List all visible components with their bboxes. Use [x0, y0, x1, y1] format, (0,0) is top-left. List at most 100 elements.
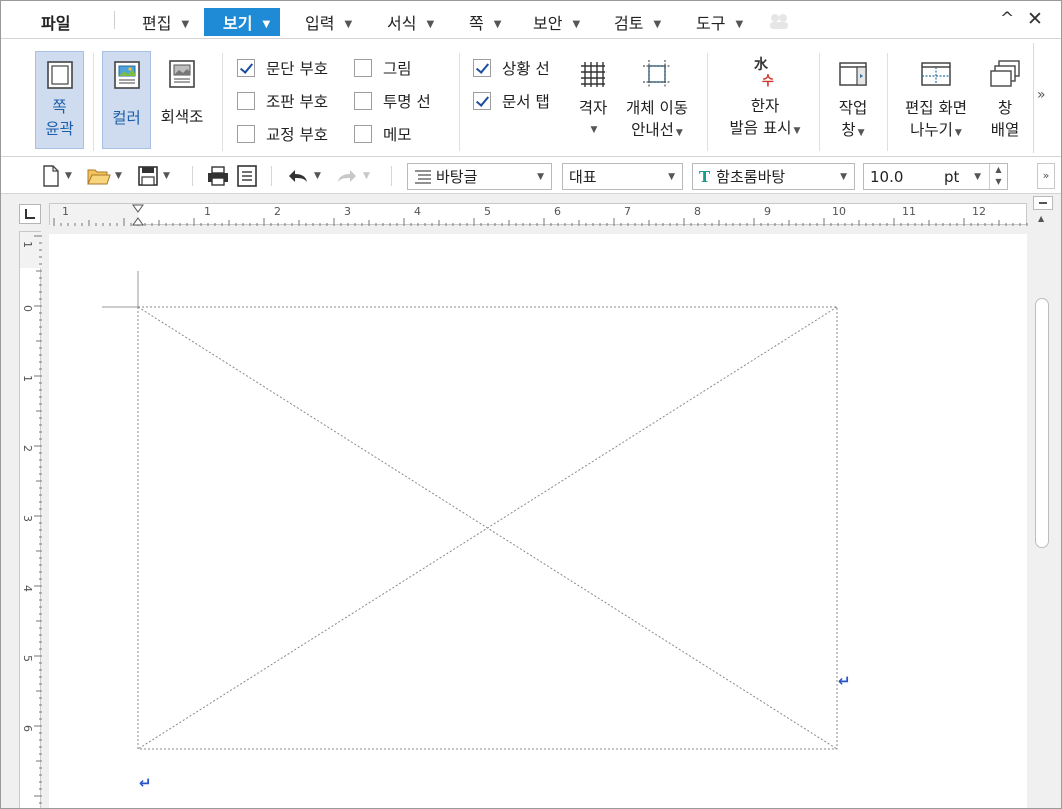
- object-move-guide-button[interactable]: 개체 이동 안내선 ▼: [621, 51, 693, 149]
- checkbox-unchecked[interactable]: [237, 125, 255, 143]
- ruler-number: 5: [21, 655, 34, 662]
- color-button[interactable]: 컬러: [102, 51, 151, 149]
- ruler-number: 1: [204, 205, 211, 218]
- cascade-windows-icon: [990, 60, 1020, 87]
- grid-icon: [581, 62, 605, 87]
- chevron-down-icon: ▼: [857, 128, 865, 138]
- save-button[interactable]: ▼: [137, 164, 170, 188]
- color-page-icon: [113, 61, 140, 89]
- tab-stop-selector[interactable]: [19, 204, 41, 224]
- menu-edit[interactable]: 편집 ▼: [142, 10, 189, 34]
- font-size-input[interactable]: 10.0 pt ▼ ▲ ▼: [863, 163, 1008, 190]
- proof-mark-checkbox[interactable]: 교정 부호: [237, 123, 328, 145]
- svg-text:水: 水: [754, 56, 769, 73]
- menu-file[interactable]: 파일: [41, 10, 70, 34]
- paragraph-style-select[interactable]: 바탕글 ▼: [407, 163, 552, 190]
- chevron-down-icon: ▼: [653, 19, 662, 30]
- font-size-spinner[interactable]: ▲ ▼: [989, 164, 1007, 189]
- transparent-line-checkbox[interactable]: 투명 선: [354, 90, 431, 112]
- ribbon-expand-icon[interactable]: »: [1037, 87, 1046, 103]
- chevron-down-icon: ▼: [954, 128, 962, 138]
- redo-icon: [338, 170, 356, 182]
- chevron-down-icon: ▼: [262, 19, 271, 30]
- task-pane-icon: [839, 62, 867, 86]
- folder-open-icon: [87, 169, 111, 185]
- truetype-font-icon: T: [699, 167, 711, 186]
- checkbox-unchecked[interactable]: [354, 125, 372, 143]
- split-handle[interactable]: [1033, 196, 1053, 210]
- chevron-down-icon: ▼: [181, 19, 190, 30]
- menu-page[interactable]: 쪽 ▼: [469, 10, 501, 34]
- checkbox-unchecked[interactable]: [354, 92, 372, 110]
- chevron-down-icon: ▼: [363, 171, 370, 181]
- ruler-number: 5: [484, 205, 491, 218]
- grid-button[interactable]: 격자 ▼: [571, 51, 615, 149]
- document-page[interactable]: ↵ ↵: [49, 234, 1027, 809]
- undo-button[interactable]: ▼: [286, 164, 321, 188]
- page-outline-button[interactable]: 쪽 윤곽: [35, 51, 84, 149]
- picture-checkbox[interactable]: 그림: [354, 57, 412, 79]
- collapse-ribbon-icon[interactable]: ^: [1000, 9, 1014, 29]
- app-window: 파일 편집 ▼ 보기 ▼ 입력 ▼ 서식 ▼ 쪽 ▼ 보안 ▼ 검토 ▼ 도구 ▼ ^ ✕ 쪽 …: [0, 0, 1062, 809]
- open-button[interactable]: ▼: [87, 164, 122, 188]
- task-pane-button[interactable]: 작업 창 ▼: [829, 51, 877, 149]
- chevron-down-icon: ▼: [590, 125, 598, 135]
- ruler-number: 11: [902, 205, 916, 218]
- checkbox-unchecked[interactable]: [237, 92, 255, 110]
- toolbar-expand-icon[interactable]: »: [1037, 163, 1055, 189]
- checkbox-checked[interactable]: [473, 59, 491, 77]
- new-document-button[interactable]: ▼: [41, 164, 72, 188]
- paragraph-mark-checkbox[interactable]: 문단 부호: [237, 57, 328, 79]
- chevron-down-icon: ▼: [65, 171, 72, 181]
- menu-view[interactable]: 보기 ▼: [204, 8, 281, 36]
- menu-bar: 파일 편집 ▼ 보기 ▼ 입력 ▼ 서식 ▼ 쪽 ▼ 보안 ▼ 검토 ▼ 도구 ▼ ^ ✕: [1, 1, 1061, 39]
- menu-format[interactable]: 서식 ▼: [387, 10, 434, 34]
- print-button[interactable]: [206, 164, 230, 188]
- language-select[interactable]: 대표 ▼: [562, 163, 683, 190]
- checkbox-checked[interactable]: [237, 59, 255, 77]
- grayscale-page-icon: [169, 60, 195, 88]
- ruler-number: 1: [21, 241, 34, 248]
- svg-text:수: 수: [762, 74, 774, 89]
- split-screen-button[interactable]: 편집 화면 나누기 ▼: [897, 51, 975, 149]
- scroll-up-icon[interactable]: ▲: [1038, 214, 1044, 223]
- ruler-number: 8: [694, 205, 701, 218]
- checkbox-checked[interactable]: [473, 92, 491, 110]
- ruler-number: 4: [414, 205, 421, 218]
- chevron-down-icon: ▼: [163, 171, 170, 181]
- status-line-checkbox[interactable]: 상황 선: [473, 57, 550, 79]
- close-icon[interactable]: ✕: [1027, 8, 1043, 30]
- menu-review[interactable]: 검토 ▼: [614, 10, 661, 34]
- toolbar-divider: [271, 166, 272, 186]
- print-preview-button[interactable]: [236, 164, 258, 188]
- menu-insert[interactable]: 입력 ▼: [305, 10, 352, 34]
- chevron-down-icon: ▼: [537, 172, 544, 182]
- window-arrange-button[interactable]: 창 배열: [983, 51, 1027, 149]
- hanja-icon: 水 수: [754, 56, 774, 89]
- print-icon: [208, 166, 228, 186]
- undo-icon: [289, 170, 307, 182]
- ruler-number: 3: [344, 205, 351, 218]
- memo-checkbox[interactable]: 메모: [354, 123, 412, 145]
- vertical-scrollbar[interactable]: ▲: [1031, 194, 1061, 808]
- menu-tools[interactable]: 도구 ▼: [696, 10, 743, 34]
- redo-button[interactable]: ▼: [335, 164, 370, 188]
- save-icon: [138, 166, 158, 186]
- paragraph-style-icon: [415, 169, 431, 184]
- scrollbar-thumb[interactable]: [1035, 298, 1049, 548]
- chevron-down-icon: ▼: [735, 19, 744, 30]
- chevron-down-icon: ▼: [974, 172, 981, 182]
- chevron-down-icon: ▼: [572, 19, 581, 30]
- image-placeholder[interactable]: [49, 234, 1027, 809]
- ribbon-divider: [887, 53, 888, 151]
- ruler-number: 9: [764, 205, 771, 218]
- document-tab-checkbox[interactable]: 문서 탭: [473, 90, 550, 112]
- grayscale-button[interactable]: 회색조: [156, 51, 208, 149]
- checkbox-unchecked[interactable]: [354, 59, 372, 77]
- font-select[interactable]: T 함초롬바탕 ▼: [692, 163, 855, 190]
- horizontal-ruler[interactable]: 1 1 2 3 4 5 6 7 8 9 10 11 12: [49, 203, 1028, 226]
- hanja-pronunciation-button[interactable]: 水 수 한자 발음 표시 ▼: [723, 51, 807, 149]
- control-code-checkbox[interactable]: 조판 부호: [237, 90, 328, 112]
- vertical-ruler[interactable]: 1 0 1 2 3 4 5 6: [19, 231, 42, 808]
- menu-security[interactable]: 보안 ▼: [533, 10, 580, 34]
